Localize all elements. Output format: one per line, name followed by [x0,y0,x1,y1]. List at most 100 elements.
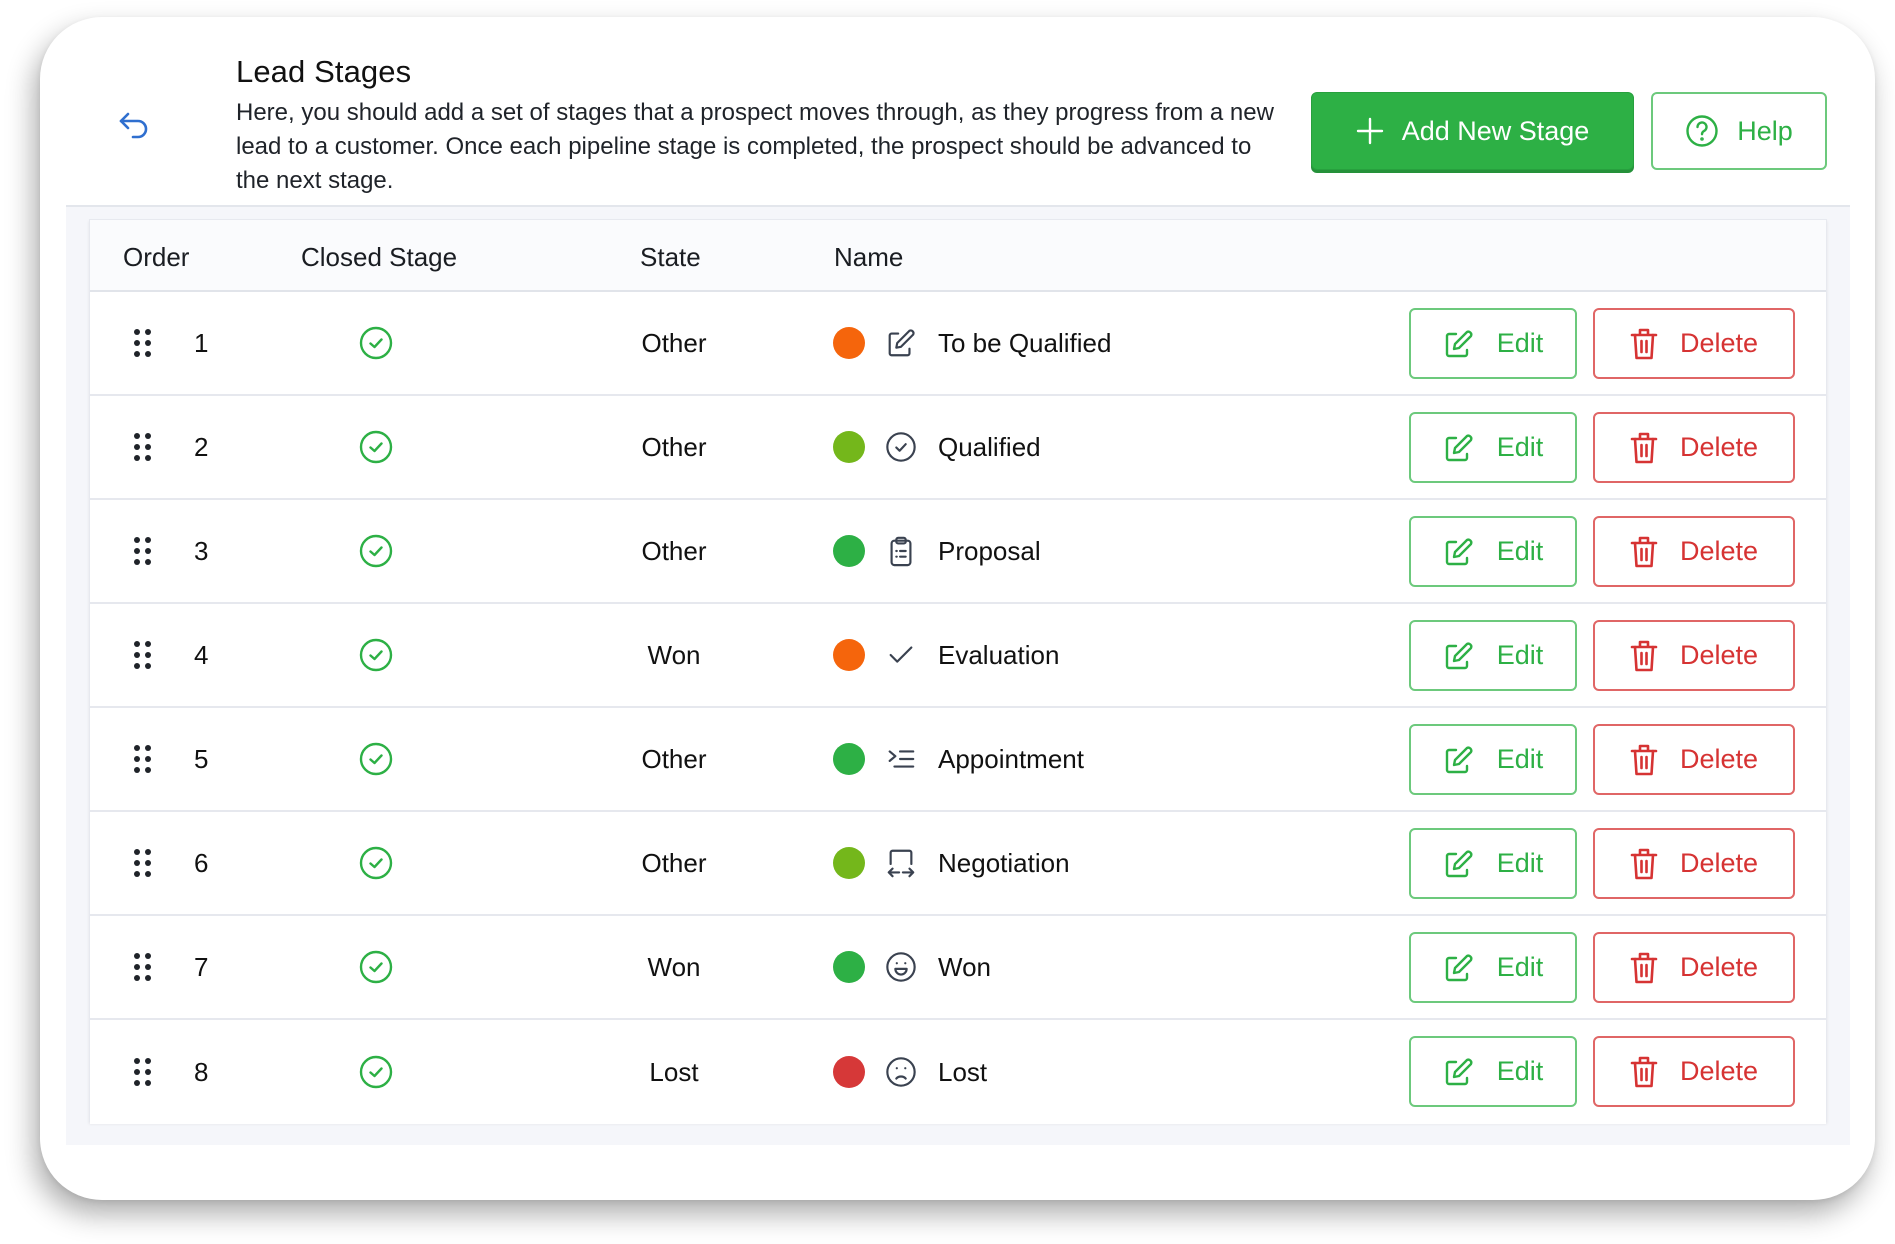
column-header-closed-stage: Closed Stage [301,242,458,272]
add-new-stage-button[interactable]: Add New Stage [1311,92,1634,170]
drag-handle[interactable] [130,500,156,602]
edit-button[interactable]: Edit [1409,724,1577,795]
edit-button[interactable]: Edit [1409,1036,1577,1107]
delete-button[interactable]: Delete [1593,1036,1795,1107]
column-header-order: Order [123,242,190,272]
color-dot [833,743,865,775]
edit-button[interactable]: Edit [1409,412,1577,483]
edit-label: Edit [1496,640,1544,670]
stage-name: Evaluation [938,639,1060,670]
drag-handle[interactable] [130,812,156,914]
trash-icon [1630,743,1658,777]
delete-button[interactable]: Delete [1593,308,1795,379]
closed-stage-indicator [358,916,394,1018]
color-dot [833,535,865,567]
closed-stage-indicator [358,292,394,394]
check-circle-icon [359,534,393,568]
edit-label: Edit [1496,328,1544,358]
delete-label: Delete [1679,328,1759,358]
trash-icon [1630,1055,1658,1089]
drag-handle[interactable] [130,396,156,498]
order-number: 3 [194,535,209,566]
swap-frame-icon [887,849,915,878]
table-header: Order Closed Stage State Name [90,220,1826,292]
plus-icon [1356,117,1384,145]
stage-state: Lost [649,1056,699,1087]
color-dot [833,951,865,983]
check-circle-icon [359,846,393,880]
delete-label: Delete [1679,432,1759,462]
stage-name: Proposal [938,535,1041,566]
drag-handle-icon [134,329,151,357]
stages-table: Order Closed Stage State Name 1 Other To… [89,219,1827,1124]
stage-color [833,812,865,914]
drag-handle[interactable] [130,916,156,1018]
table-row: 3 Other Proposal Edit Delete [90,500,1826,604]
edit-button[interactable]: Edit [1409,828,1577,899]
check-circle-icon [886,432,916,462]
delete-button[interactable]: Delete [1593,724,1795,795]
drag-handle-icon [134,745,151,773]
help-button[interactable]: Help [1651,92,1827,170]
order-number: 7 [194,951,209,982]
closed-stage-indicator [358,1020,394,1124]
drag-handle[interactable] [130,1020,156,1124]
order-number: 5 [194,743,209,774]
delete-button[interactable]: Delete [1593,412,1795,483]
edit-label: Edit [1496,432,1544,462]
stage-state: Won [647,951,701,982]
drag-handle[interactable] [130,708,156,810]
stage-color [833,708,865,810]
delete-button[interactable]: Delete [1593,828,1795,899]
drag-handle[interactable] [130,292,156,394]
edit-button[interactable]: Edit [1409,516,1577,587]
closed-stage-indicator [358,396,394,498]
delete-label: Delete [1679,744,1759,774]
edit-icon [1443,952,1475,984]
drag-handle-icon [134,849,151,877]
table-row: 4 Won Evaluation Edit Delete [90,604,1826,708]
edit-label: Edit [1496,536,1544,566]
edit-icon [1443,1056,1475,1088]
color-dot [833,639,865,671]
drag-handle-icon [134,1058,151,1086]
drag-handle[interactable] [130,604,156,706]
delete-button[interactable]: Delete [1593,932,1795,1003]
color-dot [833,1056,865,1088]
stage-name: Appointment [938,743,1084,774]
stage-color [833,396,865,498]
page-description: Here, you should add a set of stages tha… [236,99,1274,194]
stage-icon [885,500,917,602]
stage-color [833,916,865,1018]
closed-stage-indicator [358,500,394,602]
delete-label: Delete [1679,640,1759,670]
edit-label: Edit [1496,744,1544,774]
check-circle-icon [359,638,393,672]
trash-icon [1630,639,1658,673]
edit-button[interactable]: Edit [1409,932,1577,1003]
edit-button[interactable]: Edit [1409,620,1577,691]
stage-state: Won [647,639,701,670]
stage-name: Won [938,951,991,982]
stage-color [833,500,865,602]
check-circle-icon [359,430,393,464]
question-circle-icon [1685,114,1719,148]
delete-button[interactable]: Delete [1593,620,1795,691]
edit-icon [1443,744,1475,776]
order-number: 2 [194,431,209,462]
edit-icon [1443,536,1475,568]
edit-icon [1443,848,1475,880]
edit-icon [1443,432,1475,464]
delete-button[interactable]: Delete [1593,516,1795,587]
column-header-name: Name [834,242,904,272]
order-number: 6 [194,847,209,878]
order-number: 8 [194,1056,209,1087]
edit-button[interactable]: Edit [1409,308,1577,379]
edit-label: Edit [1496,848,1544,878]
clipboard-list-icon [890,536,912,567]
delete-label: Delete [1679,952,1759,982]
stage-icon [885,292,917,394]
back-button[interactable] [118,110,152,140]
closed-stage-indicator [358,812,394,914]
trash-icon [1630,847,1658,881]
